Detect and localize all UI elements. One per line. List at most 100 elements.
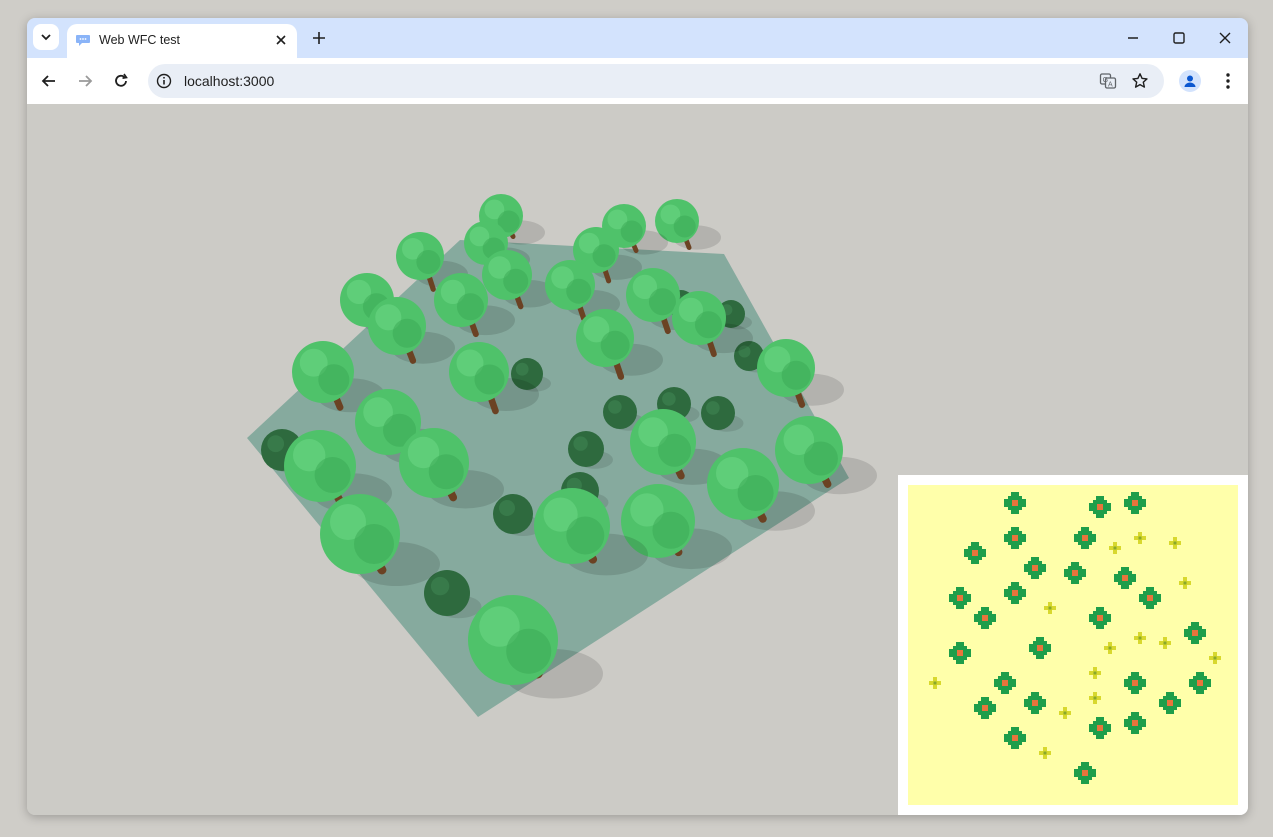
tree-shade — [392, 318, 422, 348]
tab-title: Web WFC test — [99, 33, 181, 47]
tree-shade — [318, 364, 350, 396]
minimap-tree-marker — [1089, 607, 1111, 629]
minimap-flower-marker — [1134, 632, 1146, 644]
minimap-panel — [898, 475, 1248, 815]
minimap-tree-marker — [1004, 582, 1026, 604]
minimap-tree-marker — [1124, 712, 1146, 734]
tree-shade — [737, 475, 774, 511]
tree-shade — [600, 330, 630, 360]
tree-shade — [506, 628, 552, 674]
minimap-tree-marker — [1029, 637, 1051, 659]
bush-highlight — [515, 362, 529, 376]
bush-highlight — [706, 401, 720, 415]
minimap-tree-marker — [974, 607, 996, 629]
bush-body — [701, 396, 735, 430]
tree-shade — [620, 220, 643, 243]
svg-text:A: A — [1108, 82, 1113, 89]
chevron-down-icon — [41, 34, 51, 41]
star-icon[interactable] — [1131, 72, 1149, 90]
minimap-tree-marker — [1074, 527, 1096, 549]
minimap-flower-marker — [1089, 667, 1101, 679]
minimap-tree-marker — [1024, 692, 1046, 714]
minimap-tree-marker — [1159, 692, 1181, 714]
tree-shade — [658, 433, 692, 467]
minimize-icon[interactable] — [1125, 30, 1141, 46]
tree-shade — [314, 457, 351, 493]
tree-shade — [428, 454, 464, 490]
bush-highlight — [662, 392, 676, 406]
minimap-flower-marker — [1169, 537, 1181, 549]
tree-shade — [566, 278, 592, 304]
close-window-icon[interactable] — [1217, 30, 1233, 46]
minimap-tree-marker — [1004, 727, 1026, 749]
tab-web-wfc-test[interactable]: Web WFC test — [67, 24, 297, 58]
minimap-tree-marker — [1004, 527, 1026, 549]
tree-shade — [416, 250, 441, 274]
tab-strip: Web WFC test — [27, 18, 1248, 58]
translate-icon[interactable]: G A — [1099, 72, 1117, 90]
tree-shade — [354, 524, 394, 564]
bush-body — [603, 395, 637, 429]
minimap-tree-marker — [964, 542, 986, 564]
tree-shade — [673, 215, 696, 238]
minimap-tree-marker — [1189, 672, 1211, 694]
browser-window: Web WFC test localhost:3000 G A — [27, 18, 1248, 815]
maximize-icon[interactable] — [1171, 30, 1187, 46]
tree-shade — [781, 360, 811, 390]
minimap-tree-marker — [1004, 492, 1026, 514]
minimap-flower-marker — [1089, 692, 1101, 704]
vertical-dots-icon[interactable] — [1218, 71, 1238, 91]
bush-highlight — [430, 576, 450, 596]
minimap-tree-marker — [949, 642, 971, 664]
tree-shade — [803, 441, 838, 476]
minimap-tree-marker — [1074, 762, 1096, 784]
bush-highlight — [608, 400, 622, 414]
plus-icon[interactable] — [311, 30, 327, 46]
tree-shade — [456, 293, 484, 321]
arrow-left-icon[interactable] — [39, 71, 59, 91]
minimap-flower-marker — [1134, 532, 1146, 544]
tree-shade — [503, 268, 529, 294]
tree-shade — [648, 288, 676, 316]
info-icon[interactable] — [156, 73, 172, 89]
tree-shade — [652, 511, 690, 549]
arrow-right-icon[interactable] — [75, 71, 95, 91]
minimap-flower-marker — [1039, 747, 1051, 759]
minimap-tree-marker — [974, 697, 996, 719]
bush-highlight — [499, 500, 515, 516]
address-bar[interactable]: localhost:3000 G A — [148, 64, 1164, 98]
toolbar: localhost:3000 G A — [27, 58, 1248, 104]
minimap-tree-marker — [1124, 672, 1146, 694]
minimap-flower-marker — [1209, 652, 1221, 664]
minimap-tree-marker — [994, 672, 1016, 694]
minimap-tree-marker — [1064, 562, 1086, 584]
minimap-canvas — [908, 485, 1238, 805]
minimap-flower-marker — [1109, 542, 1121, 554]
minimap-flower-marker — [1044, 602, 1056, 614]
bush-body — [568, 431, 604, 467]
minimap-tree-marker — [1114, 567, 1136, 589]
minimap-flower-marker — [1104, 642, 1116, 654]
bush-highlight — [267, 435, 285, 453]
profile-button[interactable] — [1179, 70, 1201, 92]
tree-shade — [592, 244, 616, 268]
person-icon — [1184, 75, 1196, 87]
close-icon[interactable] — [273, 32, 289, 48]
url-text[interactable]: localhost:3000 — [184, 73, 274, 89]
minimap-tree-marker — [1089, 717, 1111, 739]
tab-search-button[interactable] — [33, 24, 59, 50]
minimap-flower-marker — [1059, 707, 1071, 719]
reload-icon[interactable] — [111, 71, 131, 91]
page-viewport — [27, 104, 1248, 815]
minimap-tree-marker — [1024, 557, 1046, 579]
minimap-tree-marker — [949, 587, 971, 609]
tree-shade — [474, 364, 505, 395]
minimap-tree-marker — [1184, 622, 1206, 644]
bush-body — [493, 494, 533, 534]
minimap-tree-marker — [1139, 587, 1161, 609]
minimap-tree-marker — [1089, 496, 1111, 518]
minimap-tree-marker — [1124, 492, 1146, 514]
minimap-flower-marker — [1179, 577, 1191, 589]
tree-shade — [694, 311, 722, 339]
minimap-flower-marker — [1159, 637, 1171, 649]
